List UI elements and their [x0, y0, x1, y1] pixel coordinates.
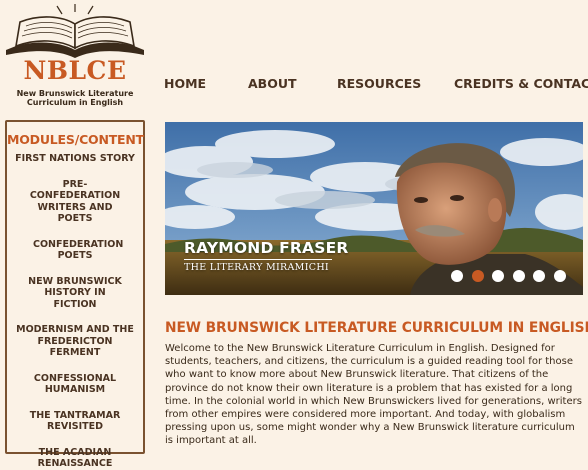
sidebar-item-confessional-humanism[interactable]: CONFESSIONAL HUMANISM — [7, 373, 143, 396]
sidebar-item-label[interactable]: FIRST NATIONS STORY — [15, 153, 135, 164]
sidebar-item-first-nations[interactable]: FIRST NATIONS STORY — [7, 153, 143, 165]
sidebar-item-confederation-poets[interactable]: CONFEDERATION POETS — [7, 239, 143, 262]
nav-resources[interactable]: RESOURCES — [337, 76, 421, 91]
slider-dot[interactable] — [553, 270, 566, 282]
sidebar-title: MODULES/CONTENT — [7, 132, 144, 147]
hero-caption-name: RAYMOND FRASER — [184, 239, 349, 257]
intro-paragraph: Welcome to the New Brunswick Literature … — [165, 343, 582, 447]
open-book-logo-icon — [6, 4, 144, 58]
page-heading: NEW BRUNSWICK LITERATURE CURRICULUM IN E… — [165, 320, 588, 337]
sidebar-item-acadian-renaissance[interactable]: THE ACADIAN RENAISSANCE — [7, 447, 143, 470]
sidebar-item-label[interactable]: MODERNISM AND THE FREDERICTON FERMENT — [16, 324, 134, 358]
slider-dot[interactable] — [471, 270, 484, 282]
nav-about[interactable]: ABOUT — [248, 76, 297, 91]
sidebar-item-label[interactable]: CONFESSIONAL HUMANISM — [34, 373, 116, 396]
sidebar-item-label[interactable]: THE ACADIAN RENAISSANCE — [38, 447, 113, 470]
nav-credits-contacts[interactable]: CREDITS & CONTACTS — [454, 76, 588, 91]
sidebar-item-nb-history-fiction[interactable]: NEW BRUNSWICK HISTORY IN FICTION — [7, 276, 143, 311]
nav-home[interactable]: HOME — [164, 76, 206, 91]
hero-caption-divider — [184, 259, 332, 260]
sidebar-item-label[interactable]: THE TANTRAMAR REVISITED — [30, 410, 121, 433]
slider-dot[interactable] — [512, 270, 525, 282]
logo-subtitle-line2: Curriculum in English — [26, 98, 124, 107]
sidebar-item-tantramar[interactable]: THE TANTRAMAR REVISITED — [7, 410, 143, 433]
sidebar-item-label[interactable]: PRE-CONFEDERATION WRITERS AND POETS — [30, 179, 120, 225]
sidebar-item-label[interactable]: CONFEDERATION POETS — [33, 239, 123, 262]
main-nav: HOME ABOUT RESOURCES CREDITS & CONTACTS — [0, 76, 588, 94]
sidebar-module-list: FIRST NATIONS STORY PRE-CONFEDERATION WR… — [7, 153, 143, 470]
sidebar-item-modernism[interactable]: MODERNISM AND THE FREDERICTON FERMENT — [7, 324, 143, 359]
hero-slider[interactable]: RAYMOND FRASER THE LITERARY MIRAMICHI — [165, 122, 583, 295]
slider-dot[interactable] — [492, 270, 504, 282]
sidebar-item-label[interactable]: NEW BRUNSWICK HISTORY IN FICTION — [28, 276, 122, 310]
hero-caption-work: THE LITERARY MIRAMICHI — [184, 262, 329, 273]
slider-dot[interactable] — [533, 270, 545, 282]
modules-sidebar: MODULES/CONTENT FIRST NATIONS STORY PRE-… — [5, 120, 145, 469]
slider-dot[interactable] — [451, 270, 463, 282]
slider-pagination — [451, 267, 574, 282]
sidebar-item-pre-confederation[interactable]: PRE-CONFEDERATION WRITERS AND POETS — [7, 179, 143, 225]
